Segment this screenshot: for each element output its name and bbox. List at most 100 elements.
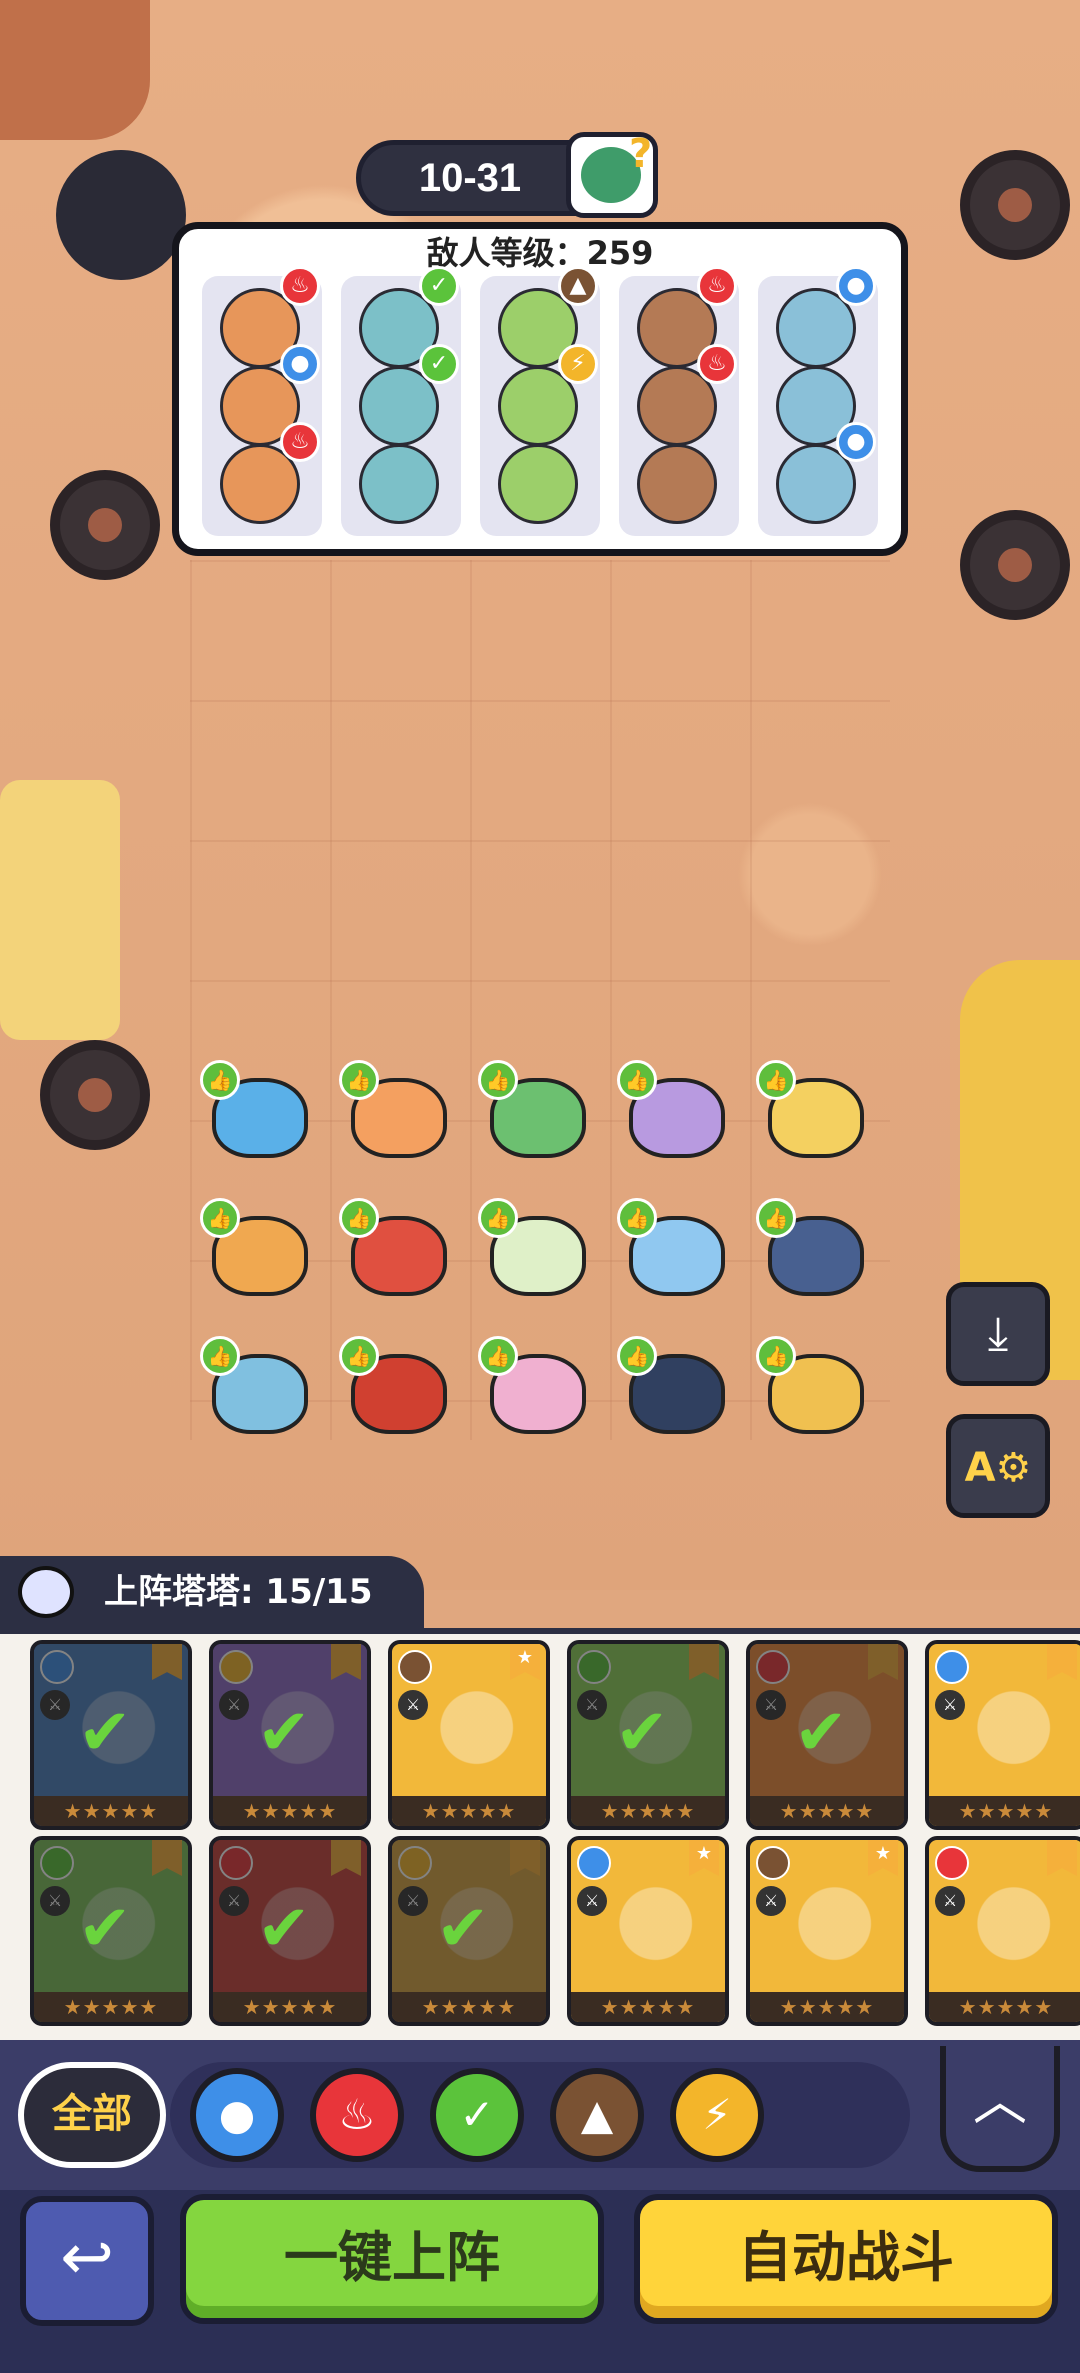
unit-shell-crab[interactable]: 👍 bbox=[200, 1336, 320, 1446]
thumbs-up-icon: 👍 bbox=[756, 1060, 796, 1100]
enemy-slot[interactable] bbox=[637, 444, 717, 524]
check-icon: ✔ bbox=[436, 1892, 490, 1966]
star-rating: ★★★★★ bbox=[34, 1992, 188, 2022]
star-rating: ★★★★★ bbox=[929, 1796, 1080, 1826]
role-icon: ⚔ bbox=[577, 1886, 607, 1916]
grass-element-icon: ✓ bbox=[419, 344, 459, 384]
water-element-icon: ● bbox=[836, 266, 876, 306]
auto-settings-button[interactable]: A⚙ bbox=[946, 1414, 1050, 1518]
filter-grass-button[interactable]: ✓ bbox=[430, 2068, 524, 2162]
chevron-up-icon: ︿ bbox=[973, 2069, 1027, 2132]
water-element-icon: ● bbox=[280, 344, 320, 384]
unit-card[interactable]: ⚔ ★ ★★★★★ bbox=[388, 1640, 550, 1830]
unit-ice-serpent[interactable]: 👍 bbox=[617, 1198, 737, 1308]
save-formation-button[interactable]: ⤓ bbox=[946, 1282, 1050, 1386]
thunder-element-icon: ⚡ bbox=[558, 344, 598, 384]
enemy-slot[interactable] bbox=[498, 444, 578, 524]
unit-card[interactable]: ⚔ ★★★★★ bbox=[925, 1640, 1080, 1830]
thumbs-up-icon: 👍 bbox=[478, 1336, 518, 1376]
collapse-tray-button[interactable]: ︿ bbox=[940, 2046, 1060, 2172]
unit-yellow-pup[interactable]: 👍 bbox=[756, 1060, 876, 1170]
unit-card[interactable]: ⚔✔★★★★★ bbox=[30, 1836, 192, 2026]
tire-decoration bbox=[960, 150, 1070, 260]
role-icon: ⚔ bbox=[756, 1886, 786, 1916]
unit-card[interactable]: ⚔✔★★★★★ bbox=[567, 1640, 729, 1830]
tower-decoration bbox=[0, 0, 150, 140]
star-rating: ★★★★★ bbox=[213, 1796, 367, 1826]
element-cycle-wheel[interactable] bbox=[56, 150, 186, 280]
unit-card[interactable]: ⚔✔★★★★★ bbox=[388, 1836, 550, 2026]
thumbs-up-icon: 👍 bbox=[200, 1060, 240, 1100]
thumbs-up-icon: 👍 bbox=[200, 1198, 240, 1238]
thumbs-up-icon: 👍 bbox=[200, 1336, 240, 1376]
filter-water-button[interactable]: ● bbox=[190, 2068, 284, 2162]
tire-decoration bbox=[50, 470, 160, 580]
thumbs-up-icon: 👍 bbox=[617, 1060, 657, 1100]
unit-card[interactable]: ⚔✔★★★★★ bbox=[746, 1640, 908, 1830]
unit-purple-cat[interactable]: 👍 bbox=[617, 1060, 737, 1170]
thumbs-up-icon: 👍 bbox=[617, 1336, 657, 1376]
star-rating: ★★★★★ bbox=[929, 1992, 1080, 2022]
thumbs-up-icon: 👍 bbox=[339, 1198, 379, 1238]
unit-red-dragon[interactable]: 👍 bbox=[339, 1198, 459, 1308]
unit-blue-dragon[interactable]: 👍 bbox=[200, 1060, 320, 1170]
star-rating: ★★★★★ bbox=[34, 1796, 188, 1826]
unit-blue-shark[interactable]: 👍 bbox=[756, 1198, 876, 1308]
enemy-info-button[interactable]: ? bbox=[566, 131, 658, 218]
stage-number: 10-31 bbox=[418, 156, 522, 200]
unit-lion[interactable]: 👍 bbox=[756, 1336, 876, 1446]
sign-decoration bbox=[0, 780, 120, 1040]
fire-element-icon bbox=[935, 1846, 969, 1880]
thumbs-up-icon: 👍 bbox=[339, 1060, 379, 1100]
star-rating: ★★★★★ bbox=[571, 1796, 725, 1826]
unit-penguin[interactable]: 👍 bbox=[617, 1336, 737, 1446]
fire-element-icon: ♨ bbox=[280, 422, 320, 462]
check-icon: ✔ bbox=[78, 1696, 132, 1770]
unit-card[interactable]: ⚔✔★★★★★ bbox=[30, 1640, 192, 1830]
auto-battle-button[interactable]: 自动战斗 bbox=[634, 2194, 1058, 2324]
thumbs-up-icon: 👍 bbox=[339, 1336, 379, 1376]
unit-card[interactable]: ⚔ ★ ★★★★★ bbox=[567, 1836, 729, 2026]
star-rating: ★★★★★ bbox=[750, 1992, 904, 2022]
battle-grid bbox=[190, 560, 890, 1440]
role-icon: ⚔ bbox=[935, 1886, 965, 1916]
thumbs-up-icon: 👍 bbox=[617, 1198, 657, 1238]
unit-antler-deer[interactable]: 👍 bbox=[200, 1198, 320, 1308]
tire-decoration bbox=[40, 1040, 150, 1150]
unit-card[interactable]: ⚔✔★★★★★ bbox=[209, 1836, 371, 2026]
filter-earth-button[interactable]: ▲ bbox=[550, 2068, 644, 2162]
earth-element-icon bbox=[756, 1846, 790, 1880]
star-rating: ★★★★★ bbox=[750, 1796, 904, 1826]
unit-card[interactable]: ⚔ ★ ★★★★★ bbox=[746, 1836, 908, 2026]
star-rating: ★★★★★ bbox=[213, 1992, 367, 2022]
one-click-deploy-button[interactable]: 一键上阵 bbox=[180, 2194, 604, 2324]
unit-card[interactable]: ⚔✔★★★★★ bbox=[209, 1640, 371, 1830]
cat-avatar-icon bbox=[18, 1566, 74, 1618]
check-icon: ✔ bbox=[794, 1696, 848, 1770]
back-button[interactable]: ↩ bbox=[20, 2196, 154, 2326]
thumbs-up-icon: 👍 bbox=[756, 1198, 796, 1238]
unit-leaf-frog[interactable]: 👍 bbox=[478, 1060, 598, 1170]
filter-all-button[interactable]: 全部 bbox=[18, 2062, 166, 2168]
return-arrow-icon: ↩ bbox=[60, 2221, 114, 2295]
unit-pink-mantis[interactable]: 👍 bbox=[478, 1336, 598, 1446]
star-rating: ★★★★★ bbox=[571, 1992, 725, 2022]
unit-fire-bunny[interactable]: 👍 bbox=[339, 1060, 459, 1170]
star-rating: ★★★★★ bbox=[392, 1992, 546, 2022]
thumbs-up-icon: 👍 bbox=[478, 1060, 518, 1100]
grass-element-icon: ✓ bbox=[419, 266, 459, 306]
unit-card[interactable]: ⚔ ★★★★★ bbox=[925, 1836, 1080, 2026]
download-icon: ⤓ bbox=[987, 1306, 1009, 1360]
fire-element-icon: ♨ bbox=[280, 266, 320, 306]
unit-red-tiger[interactable]: 👍 bbox=[339, 1336, 459, 1446]
filter-fire-button[interactable]: ♨ bbox=[310, 2068, 404, 2162]
check-icon: ✔ bbox=[78, 1892, 132, 1966]
role-icon: ⚔ bbox=[398, 1690, 428, 1720]
water-element-icon: ● bbox=[836, 422, 876, 462]
check-icon: ✔ bbox=[257, 1892, 311, 1966]
star-rating: ★★★★★ bbox=[392, 1796, 546, 1826]
unit-green-sprout[interactable]: 👍 bbox=[478, 1198, 598, 1308]
filter-thunder-button[interactable]: ⚡ bbox=[670, 2068, 764, 2162]
enemy-slot[interactable] bbox=[359, 444, 439, 524]
enemy-level-label: 敌人等级：259 bbox=[426, 234, 654, 272]
